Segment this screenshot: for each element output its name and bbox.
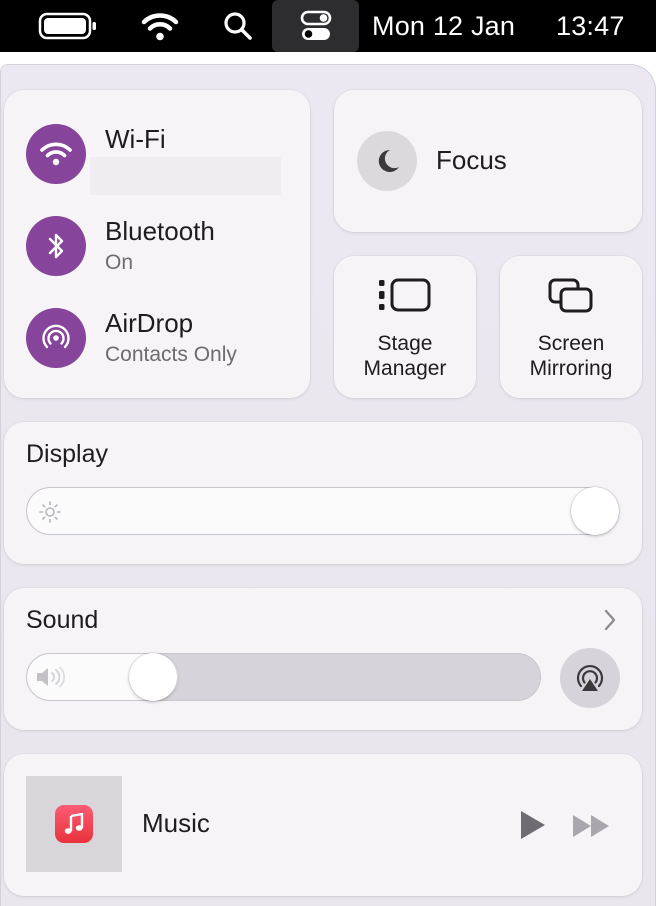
screen-mirroring-label-line2: Mirroring — [529, 357, 613, 380]
bluetooth-label[interactable]: Bluetooth — [105, 216, 215, 247]
sun-icon — [39, 501, 61, 523]
stage-manager-label[interactable]: Stage Manager — [334, 331, 476, 381]
play-icon[interactable] — [518, 808, 548, 842]
wifi-icon — [40, 142, 72, 166]
sound-more-chevron-icon[interactable] — [600, 606, 620, 634]
battery-icon[interactable] — [36, 0, 100, 52]
focus-label[interactable]: Focus — [436, 145, 507, 176]
brightness-slider-knob[interactable] — [571, 487, 619, 535]
menubar-date[interactable]: Mon 12 Jan — [372, 0, 515, 52]
moon-icon — [378, 149, 399, 172]
display-title: Display — [26, 440, 108, 468]
bluetooth-status: On — [105, 251, 134, 274]
stage-manager-label-line2: Manager — [363, 357, 447, 380]
search-icon[interactable] — [218, 0, 258, 52]
screen-mirroring-icon — [548, 278, 593, 313]
brightness-fill — [27, 488, 618, 534]
screen-mirroring-label[interactable]: Screen Mirroring — [500, 331, 642, 381]
control-center-icon[interactable] — [272, 0, 359, 52]
bluetooth-icon — [48, 233, 64, 259]
bluetooth-toggle-button[interactable] — [26, 216, 86, 276]
airdrop-toggle-button[interactable] — [26, 308, 86, 368]
airplay-audio-button[interactable] — [560, 648, 620, 708]
volume-slider[interactable] — [26, 653, 541, 701]
airdrop-label[interactable]: AirDrop — [105, 308, 193, 339]
airplay-audio-icon — [576, 664, 604, 691]
airdrop-status: Contacts Only — [105, 343, 237, 366]
stage-manager-icon — [379, 278, 431, 312]
screen-mirroring-label-line1: Screen — [537, 332, 605, 355]
stage-manager-label-line1: Stage — [377, 332, 433, 355]
music-app-icon — [55, 805, 93, 843]
menu-bar: Mon 12 Jan 13:47 — [0, 0, 656, 52]
volume-slider-knob[interactable] — [128, 653, 177, 701]
music-label[interactable]: Music — [142, 808, 210, 839]
menubar-time[interactable]: 13:47 — [556, 0, 625, 52]
airdrop-icon — [42, 324, 70, 349]
album-artwork[interactable] — [26, 776, 122, 872]
fast-forward-icon[interactable] — [571, 812, 613, 840]
wifi-network-name — [90, 157, 281, 195]
sound-title: Sound — [26, 606, 99, 634]
wifi-toggle-button[interactable] — [26, 124, 86, 184]
wifi-icon[interactable] — [138, 0, 182, 52]
focus-button[interactable] — [357, 131, 417, 191]
brightness-slider[interactable] — [26, 487, 619, 535]
speaker-icon — [37, 666, 66, 688]
wifi-label[interactable]: Wi-Fi — [105, 124, 166, 155]
